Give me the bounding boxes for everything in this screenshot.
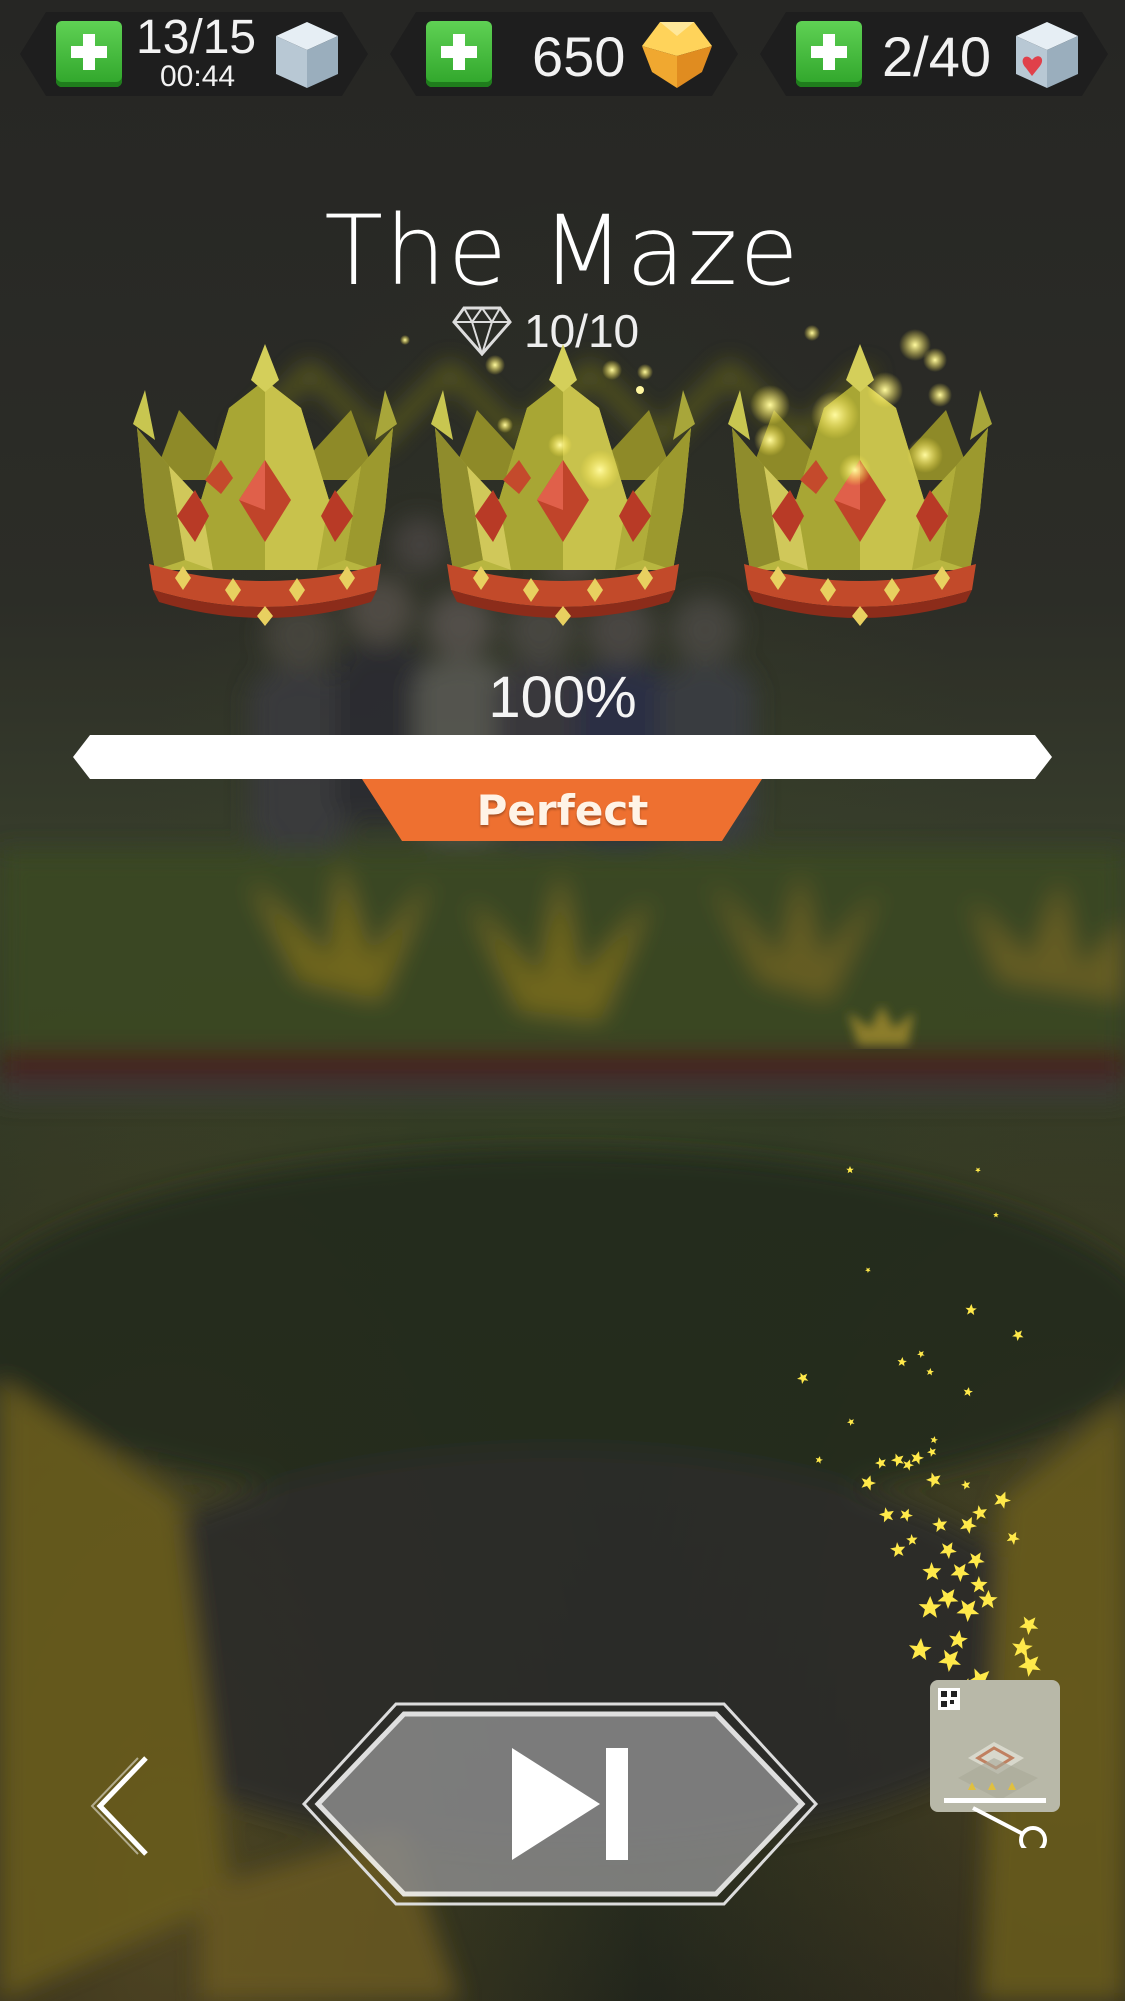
crown-2-icon	[431, 344, 695, 626]
star-particle	[846, 1416, 857, 1427]
lives-timer: 00:44	[160, 60, 236, 93]
add-hearts-button[interactable]	[796, 21, 862, 87]
lives-count: 13/15	[136, 11, 257, 64]
gems-collected-count: 10/10	[524, 305, 640, 357]
star-particle	[916, 1348, 927, 1359]
star-particle	[930, 1514, 951, 1535]
star-particle	[921, 1559, 945, 1584]
star-particle	[925, 1367, 935, 1376]
plus-icon	[441, 34, 477, 70]
star-particle	[947, 1558, 974, 1585]
star-particle	[929, 1435, 939, 1444]
star-particle	[969, 1573, 991, 1596]
star-particle	[924, 1469, 945, 1490]
star-particle	[993, 1211, 999, 1218]
star-particle	[897, 1505, 915, 1523]
star-particle	[900, 1457, 916, 1472]
star-particle	[896, 1356, 908, 1367]
star-particle	[889, 1450, 908, 1469]
star-particle	[877, 1504, 898, 1525]
star-particle	[918, 1595, 942, 1618]
star-particle	[907, 1637, 933, 1661]
star-particle	[814, 1455, 824, 1465]
star-particle	[1015, 1648, 1047, 1680]
star-particle	[964, 1303, 978, 1316]
gold-gem-icon	[642, 22, 712, 88]
ice-cube-icon	[276, 22, 338, 88]
star-particle	[905, 1532, 920, 1548]
star-particle	[934, 1582, 963, 1612]
hud-hearts: 2/40	[760, 12, 1108, 96]
crown-1-icon	[133, 344, 397, 626]
share-icon	[972, 1806, 1047, 1854]
star-particle	[936, 1537, 960, 1561]
star-particle	[1016, 1611, 1043, 1638]
star-particle	[858, 1473, 878, 1492]
share-preview	[930, 1680, 1060, 1854]
star-particle	[909, 1449, 926, 1466]
star-particle	[925, 1445, 939, 1459]
hud-lives: 13/15 00:44	[20, 11, 368, 96]
star-particle	[974, 1165, 983, 1174]
progress-fill	[73, 735, 1052, 779]
heart-cube-icon	[1016, 22, 1078, 88]
star-particle	[888, 1539, 909, 1560]
plus-icon	[811, 34, 847, 70]
star-particle	[935, 1643, 967, 1675]
completion-percent: 100%	[488, 665, 637, 730]
star-particle	[960, 1478, 973, 1492]
star-particle	[795, 1369, 812, 1386]
star-particle	[991, 1488, 1014, 1510]
add-gems-button[interactable]	[426, 21, 492, 87]
star-particle	[962, 1386, 974, 1397]
back-button[interactable]	[86, 1748, 166, 1858]
crown-3-icon	[728, 344, 992, 626]
hearts-count: 2/40	[882, 25, 991, 88]
plus-icon	[71, 34, 107, 70]
star-particle	[1010, 1635, 1034, 1659]
star-particle	[953, 1593, 985, 1625]
add-lives-button[interactable]	[56, 21, 122, 87]
level-title: The Maze	[324, 195, 801, 307]
star-particle	[970, 1502, 991, 1523]
star-particle	[1004, 1528, 1023, 1547]
star-particle	[864, 1265, 873, 1274]
star-particle	[873, 1454, 890, 1471]
star-particle	[964, 1547, 989, 1571]
hud-currency: 650	[390, 12, 738, 96]
diamond-icon	[452, 306, 512, 356]
star-particle	[947, 1628, 969, 1650]
star-particle	[978, 1589, 999, 1609]
star-particle	[846, 1166, 854, 1174]
gems-count: 650	[532, 25, 626, 88]
star-particle	[957, 1513, 980, 1536]
star-particle	[1010, 1326, 1027, 1343]
share-button[interactable]	[928, 1678, 1062, 1854]
rating-label: Perfect	[476, 786, 649, 835]
next-level-button[interactable]	[300, 1700, 820, 1910]
